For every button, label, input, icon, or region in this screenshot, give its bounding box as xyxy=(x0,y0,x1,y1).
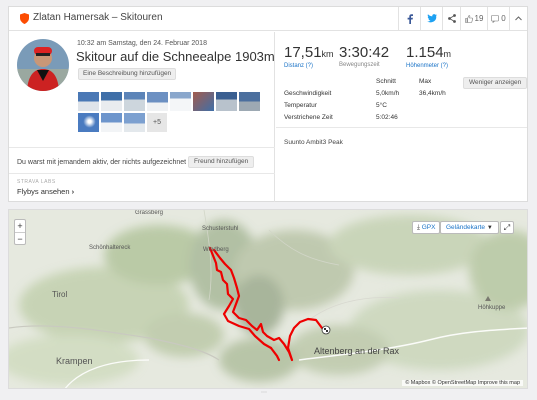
photo-thumbnail[interactable] xyxy=(170,92,191,111)
speed-max: 36,4km/h xyxy=(419,90,446,97)
finish-flag-icon xyxy=(321,325,331,335)
flybys-label: Flybys ansehen xyxy=(17,187,70,196)
thumbs-up-icon xyxy=(464,14,473,23)
share-icon xyxy=(447,14,456,23)
activity-card: Zlatan Hamersak – Skitouren 19 0 10:32 a… xyxy=(8,6,528,202)
divider xyxy=(276,127,527,128)
map-label-windberg: Windberg xyxy=(203,247,229,253)
distance-label[interactable]: Distanz (?) xyxy=(284,63,334,69)
elevation-label[interactable]: Höhenmeter (?) xyxy=(406,63,451,69)
photo-thumbnail[interactable] xyxy=(101,113,122,132)
activity-datetime: 10:32 am Samstag, den 24. Februar 2018 xyxy=(77,40,207,47)
twitter-share-button[interactable] xyxy=(420,7,442,30)
activity-stats: 17,51km Distanz (?) 3:30:42 Bewegungszei… xyxy=(276,32,528,202)
speed-avg: 5,0km/h xyxy=(376,90,400,97)
photo-thumbnail[interactable] xyxy=(193,92,214,111)
moving-time-value: 3:30:42 xyxy=(339,44,390,61)
labs-label: STRAVA LABS xyxy=(17,179,56,185)
zoom-out-button[interactable]: − xyxy=(15,232,25,244)
map-label-schusterstuhl: Schusterstuhl xyxy=(202,226,239,232)
flybys-link[interactable]: Flybys ansehen › xyxy=(17,187,74,196)
photo-thumbnail[interactable] xyxy=(78,113,99,132)
elapsed-time-avg: 5:02:46 xyxy=(376,114,398,121)
zoom-control: + − xyxy=(14,219,26,245)
map-label-krampen: Krampen xyxy=(56,356,93,366)
show-less-button[interactable]: Weniger anzeigen xyxy=(463,77,528,89)
collapse-button[interactable] xyxy=(509,7,527,30)
chevron-up-icon xyxy=(515,16,522,21)
photo-thumbnail[interactable] xyxy=(124,113,145,132)
temperature-label: Temperatur xyxy=(284,102,317,109)
comments-button[interactable]: 0 xyxy=(487,7,509,30)
share-button[interactable] xyxy=(442,7,460,30)
add-description-button[interactable]: Eine Beschreibung hinzufügen xyxy=(78,68,177,80)
comment-icon xyxy=(491,14,500,23)
facebook-share-button[interactable] xyxy=(398,7,420,30)
expand-map-button[interactable]: ⤢ xyxy=(500,221,514,234)
map-label-schoenhaltereck: Schönhaltereck xyxy=(89,245,131,251)
facebook-icon xyxy=(407,13,413,24)
activity-summary: 10:32 am Samstag, den 24. Februar 2018 S… xyxy=(9,32,275,202)
map-type-select[interactable]: Geländekarte ▼ xyxy=(440,221,499,234)
elevation-value: 1.154 xyxy=(406,44,444,61)
photo-thumbnail[interactable] xyxy=(78,92,99,111)
photo-thumbnail[interactable] xyxy=(216,92,237,111)
comments-count: 0 xyxy=(501,14,506,23)
photo-gallery: +5 xyxy=(78,92,268,132)
photo-thumbnail[interactable] xyxy=(239,92,260,111)
chevron-right-icon: › xyxy=(71,187,75,196)
resize-handle-icon[interactable]: ⋯ xyxy=(261,389,267,396)
more-photos-button[interactable]: +5 xyxy=(147,113,167,132)
kudos-button[interactable]: 19 xyxy=(460,7,487,30)
speed-label: Geschwindigkeit xyxy=(284,90,332,97)
temperature-avg[interactable]: 5°C xyxy=(376,102,387,109)
page-title: Zlatan Hamersak – Skitouren xyxy=(33,12,163,23)
zoom-in-button[interactable]: + xyxy=(15,220,25,232)
divider xyxy=(9,173,275,174)
map-label-tirol: Tirol xyxy=(52,290,68,299)
caret-down-icon: ▼ xyxy=(486,225,493,231)
photo-thumbnail[interactable] xyxy=(124,92,145,111)
photo-thumbnail[interactable] xyxy=(147,92,168,111)
activity-title[interactable]: Skitour auf die Schneealpe 1903m xyxy=(76,49,275,64)
divider xyxy=(9,147,275,148)
twitter-icon xyxy=(426,14,437,23)
expand-icon: ⤢ xyxy=(503,223,511,232)
avatar[interactable] xyxy=(17,39,69,91)
elevation-unit: m xyxy=(443,49,452,59)
elevation-stat: 1.154m Höhenmeter (?) xyxy=(406,44,452,70)
gpx-label: GPX xyxy=(421,224,436,231)
map-label-altenberg: Altenberg an der Rax xyxy=(314,346,400,356)
map-label-hoehkuppe: Höhkuppe xyxy=(478,305,506,311)
download-icon: ⤓ xyxy=(417,224,420,231)
gpx-download-button[interactable]: ⤓ GPX xyxy=(412,221,441,234)
map-attribution[interactable]: © Mapbox © OpenStreetMap Improve this ma… xyxy=(402,380,523,386)
photo-thumbnail[interactable] xyxy=(101,92,122,111)
elapsed-time-label: Verstrichene Zeit xyxy=(284,114,333,121)
add-friend-button[interactable]: Freund hinzufügen xyxy=(188,156,255,168)
distance-value: 17,51 xyxy=(284,44,322,61)
map-type-label: Geländekarte xyxy=(446,224,486,231)
max-header: Max xyxy=(419,78,432,85)
distance-stat: 17,51km Distanz (?) xyxy=(284,44,334,70)
route-map[interactable]: Grassberg Schusterstuhl Schönhaltereck W… xyxy=(8,209,528,389)
moving-time-label: Bewegungszeit xyxy=(339,62,380,68)
map-label-grassberg: Grassberg xyxy=(135,210,164,216)
activity-header: Zlatan Hamersak – Skitouren 19 0 xyxy=(9,7,527,31)
kudos-count: 19 xyxy=(474,14,484,23)
with-someone-prompt: Du warst mit jemandem aktiv, der nichts … xyxy=(17,159,202,166)
avg-header: Schnitt xyxy=(376,78,396,85)
moving-time-stat: 3:30:42 Bewegungszeit xyxy=(339,44,390,69)
shield-icon xyxy=(20,13,29,24)
device-name: Suunto Ambit3 Peak xyxy=(284,139,343,146)
distance-unit: km xyxy=(321,49,334,59)
